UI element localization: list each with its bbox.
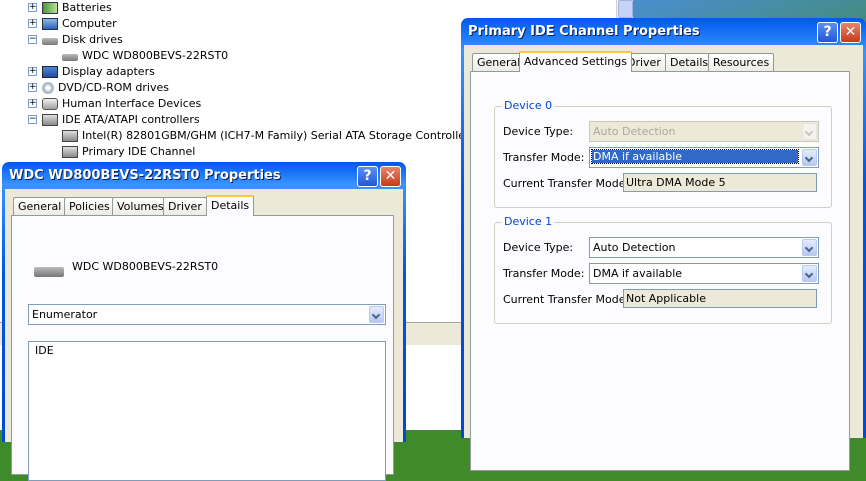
select-value: Auto Detection xyxy=(593,241,676,254)
disk-drive-icon xyxy=(62,54,78,61)
tree-item-primary-ide[interactable]: Primary IDE Channel xyxy=(62,144,195,160)
disk-drive-icon xyxy=(34,267,64,277)
device-type-label: Device Type: xyxy=(503,241,574,254)
tab-page-details: WDC WD800BEVS-22RST0 Enumerator IDE xyxy=(11,215,394,481)
tree-item-intel-sata[interactable]: Intel(R) 82801GBM/GHM (ICH7-M Family) Se… xyxy=(62,128,509,144)
disk-drive-icon xyxy=(42,38,58,45)
tree-label: DVD/CD-ROM drives xyxy=(58,81,169,94)
expand-icon[interactable]: + xyxy=(28,3,37,12)
transfer-mode-label: Transfer Mode: xyxy=(503,151,585,164)
select-value: DMA if available xyxy=(593,267,683,280)
tree-label: Primary IDE Channel xyxy=(82,145,196,158)
transfer-mode-label: Transfer Mode: xyxy=(503,267,585,280)
chevron-down-icon[interactable] xyxy=(802,123,817,140)
wdc-properties-dialog: WDC WD800BEVS-22RST0 Properties ? ✕ WDC … xyxy=(2,162,406,481)
expand-icon[interactable]: + xyxy=(28,99,37,108)
dialog-title: Primary IDE Channel Properties xyxy=(468,24,700,39)
group-title: Device 1 xyxy=(502,215,555,228)
close-icon[interactable]: ✕ xyxy=(380,166,401,187)
property-select[interactable]: Enumerator xyxy=(28,304,386,325)
dialog-client: WDC WD800BEVS-22RST0 Enumerator IDE Gene… xyxy=(5,189,403,481)
close-icon[interactable]: ✕ xyxy=(840,22,861,43)
tab-advanced-settings[interactable]: Advanced Settings xyxy=(519,51,632,72)
tree-label: Intel(R) 82801GBM/GHM (ICH7-M Family) Se… xyxy=(82,129,510,142)
tree-label: Human Interface Devices xyxy=(62,97,202,110)
help-icon[interactable]: ? xyxy=(357,166,378,187)
device0-group: Device 0 Device Type: Auto Detection Tra… xyxy=(494,99,832,208)
device1-group: Device 1 Device Type: Auto Detection Tra… xyxy=(494,215,832,324)
select-value: DMA if available xyxy=(591,149,799,164)
scrollbar-thumb[interactable] xyxy=(618,0,633,18)
chevron-down-icon[interactable] xyxy=(802,239,817,256)
cd-drive-icon xyxy=(42,82,54,94)
tab-page-advanced: Device 0 Device Type: Auto Detection Tra… xyxy=(470,71,850,471)
tree-label: Batteries xyxy=(62,1,112,14)
ide-controller-icon xyxy=(42,114,58,126)
chevron-down-icon[interactable] xyxy=(802,149,817,166)
device0-current-mode: Ultra DMA Mode 5 xyxy=(623,173,817,192)
list-item[interactable]: IDE xyxy=(35,344,379,357)
expand-icon[interactable]: + xyxy=(28,19,37,28)
tab-driver[interactable]: Driver xyxy=(163,197,207,215)
tab-details[interactable]: Details xyxy=(665,53,714,71)
tree-item-wdc-disk[interactable]: WDC WD800BEVS-22RST0 xyxy=(62,48,228,64)
expand-icon[interactable]: + xyxy=(28,83,37,92)
tab-strip: General Advanced Settings Driver Details… xyxy=(472,51,852,72)
dialog-client: Device 0 Device Type: Auto Detection Tra… xyxy=(464,45,863,471)
tab-strip: General Policies Volumes Driver Details xyxy=(13,195,393,216)
value-list[interactable]: IDE xyxy=(28,341,386,481)
tree-label: Computer xyxy=(62,17,117,30)
group-title: Device 0 xyxy=(502,99,555,112)
tab-policies[interactable]: Policies xyxy=(64,197,115,215)
tree-label: WDC WD800BEVS-22RST0 xyxy=(82,49,229,62)
device1-current-mode: Not Applicable xyxy=(623,289,817,308)
ide-controller-icon xyxy=(62,130,78,142)
ide-channel-properties-dialog: Primary IDE Channel Properties ? ✕ Devic… xyxy=(461,18,866,471)
tree-label: IDE ATA/ATAPI controllers xyxy=(62,113,200,126)
device1-type-select[interactable]: Auto Detection xyxy=(589,237,819,258)
chevron-down-icon[interactable] xyxy=(802,265,817,282)
tab-details[interactable]: Details xyxy=(206,195,255,216)
select-value: Auto Detection xyxy=(593,125,676,138)
collapse-icon[interactable]: − xyxy=(28,35,37,44)
tab-resources[interactable]: Resources xyxy=(708,53,775,71)
tab-general[interactable]: General xyxy=(472,53,526,71)
help-icon[interactable]: ? xyxy=(817,22,838,43)
battery-icon xyxy=(42,2,58,14)
chevron-down-icon[interactable] xyxy=(369,306,384,323)
tab-general[interactable]: General xyxy=(13,197,67,215)
tree-label: Display adapters xyxy=(62,65,155,78)
expand-icon[interactable]: + xyxy=(28,67,37,76)
tree-label: Disk drives xyxy=(62,33,123,46)
dialog-title: WDC WD800BEVS-22RST0 Properties xyxy=(9,168,281,183)
display-adapter-icon xyxy=(42,66,58,78)
device0-transfer-mode-select[interactable]: DMA if available xyxy=(589,147,819,168)
ide-controller-icon xyxy=(62,146,78,158)
device-type-label: Device Type: xyxy=(503,125,574,138)
device1-transfer-mode-select[interactable]: DMA if available xyxy=(589,263,819,284)
computer-icon xyxy=(42,18,58,30)
hid-icon xyxy=(42,98,58,110)
collapse-icon[interactable]: − xyxy=(28,115,37,124)
current-mode-label: Current Transfer Mode: xyxy=(503,177,630,190)
device-name: WDC WD800BEVS-22RST0 xyxy=(72,260,219,273)
current-mode-label: Current Transfer Mode: xyxy=(503,293,630,306)
tab-volumes[interactable]: Volumes xyxy=(112,197,169,215)
device0-type-select[interactable]: Auto Detection xyxy=(589,121,819,142)
property-select-value: Enumerator xyxy=(32,308,98,321)
